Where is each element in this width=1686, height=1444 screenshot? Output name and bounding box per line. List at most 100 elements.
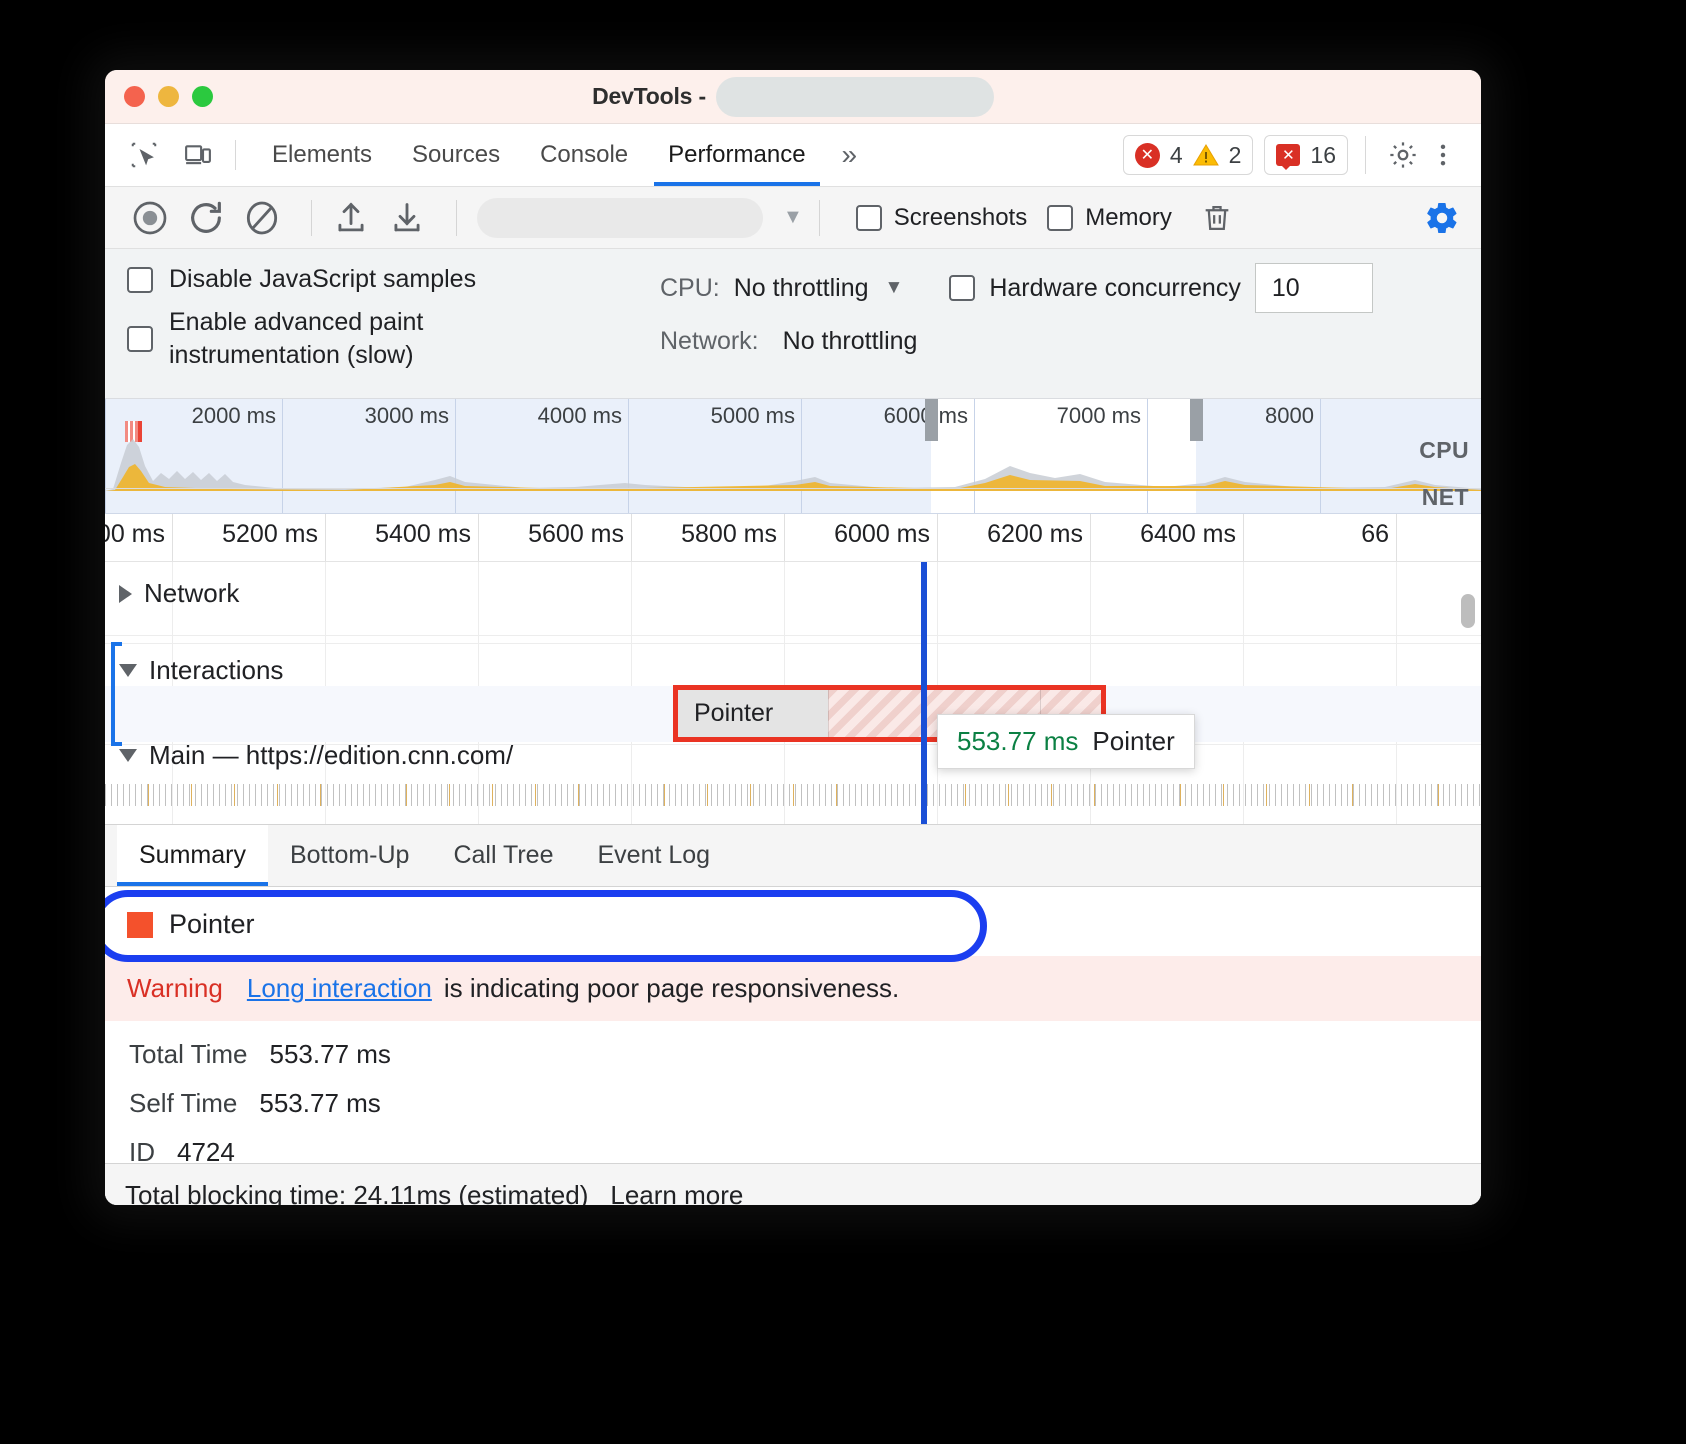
more-tabs-icon[interactable]: » bbox=[826, 124, 867, 186]
settings-column-left: Disable JavaScript samples Enable advanc… bbox=[105, 263, 650, 382]
warning-label: Warning bbox=[127, 973, 223, 1004]
tab-bottom-up-label: Bottom-Up bbox=[290, 841, 409, 870]
settings-column-right: CPU: No throttling ▼ Hardware concurrenc… bbox=[650, 263, 1481, 382]
record-icon[interactable] bbox=[127, 195, 173, 241]
overview-tick-6: 7000 ms bbox=[1057, 403, 1141, 429]
tab-bar-icons bbox=[105, 124, 215, 186]
memory-checkbox[interactable]: Memory bbox=[1047, 204, 1172, 232]
inspect-icon[interactable] bbox=[127, 138, 161, 172]
event-color-swatch bbox=[127, 912, 153, 938]
track-network[interactable]: Network bbox=[119, 578, 239, 609]
trash-icon[interactable] bbox=[1194, 195, 1240, 241]
chevron-down-icon[interactable]: ▼ bbox=[783, 206, 803, 229]
device-toolbar-icon[interactable] bbox=[181, 138, 215, 172]
network-value[interactable]: No throttling bbox=[783, 327, 918, 356]
track-network-label: Network bbox=[144, 578, 239, 609]
summary-row-total-time: Total Time 553.77 ms bbox=[105, 1021, 1481, 1070]
reload-record-icon[interactable] bbox=[183, 195, 229, 241]
tab-bar-right: ✕ 4 2 ✕ 16 bbox=[1123, 124, 1481, 186]
tab-bottom-up[interactable]: Bottom-Up bbox=[268, 825, 431, 886]
devtools-window: DevTools - bbox=[105, 70, 1481, 1205]
overview-net-label: NET bbox=[1422, 484, 1469, 511]
disable-js-samples-row[interactable]: Disable JavaScript samples bbox=[127, 263, 650, 296]
issues-badge[interactable]: ✕ 16 bbox=[1264, 135, 1348, 175]
screenshots-checkbox-box[interactable] bbox=[856, 205, 882, 231]
issues-count: 16 bbox=[1310, 142, 1336, 169]
long-interaction-link[interactable]: Long interaction bbox=[247, 973, 432, 1004]
tab-console[interactable]: Console bbox=[520, 124, 648, 186]
overview-net-divider bbox=[105, 488, 1481, 489]
ruler-tick-8: 6400 ms bbox=[1140, 520, 1236, 549]
disable-js-samples-label: Disable JavaScript samples bbox=[169, 263, 476, 296]
error-count: 4 bbox=[1170, 142, 1183, 169]
overview-window-right-handle[interactable] bbox=[1190, 399, 1203, 441]
chevron-down-icon-main[interactable] bbox=[119, 749, 137, 762]
tab-call-tree[interactable]: Call Tree bbox=[431, 825, 575, 886]
tooltip-duration: 553.77 ms bbox=[957, 726, 1078, 757]
interaction-event-label: Pointer bbox=[678, 699, 773, 728]
ruler-tick-4: 5600 ms bbox=[528, 520, 624, 549]
ruler-tick-6: 6000 ms bbox=[834, 520, 930, 549]
clear-icon[interactable] bbox=[239, 195, 285, 241]
overview-tick-4: 5000 ms bbox=[711, 403, 795, 429]
flame-chart-ruler[interactable]: ns 5000 ms 5200 ms 5400 ms 5600 ms 5800 … bbox=[105, 514, 1481, 562]
tab-elements-label: Elements bbox=[272, 141, 372, 169]
hardware-concurrency-group[interactable]: Hardware concurrency 10 bbox=[949, 263, 1373, 313]
error-warning-badges[interactable]: ✕ 4 2 bbox=[1123, 135, 1254, 175]
tab-performance[interactable]: Performance bbox=[648, 124, 825, 186]
flame-chart-tracks[interactable]: Network Interactions Pointer bbox=[105, 562, 1481, 824]
capture-settings-gear-icon[interactable] bbox=[1419, 195, 1465, 241]
tab-summary-label: Summary bbox=[139, 841, 246, 870]
main-track-events bbox=[105, 784, 1481, 806]
network-throttle-row: Network: No throttling bbox=[660, 327, 1481, 356]
tooltip-name: Pointer bbox=[1092, 726, 1174, 757]
advanced-paint-label: Enable advanced paint instrumentation (s… bbox=[169, 306, 509, 372]
advanced-paint-row[interactable]: Enable advanced paint instrumentation (s… bbox=[127, 306, 650, 372]
advanced-paint-checkbox[interactable] bbox=[127, 326, 153, 352]
gear-icon[interactable] bbox=[1383, 135, 1423, 175]
tab-call-tree-label: Call Tree bbox=[453, 841, 553, 870]
ruler-tick-1: 5000 ms bbox=[105, 520, 165, 549]
tab-sources[interactable]: Sources bbox=[392, 124, 520, 186]
close-window-button[interactable] bbox=[124, 86, 145, 107]
summary-warning-row: Warning Long interaction is indicating p… bbox=[105, 956, 1481, 1021]
timeline-overview[interactable]: 1000 ms 2000 ms 3000 ms 4000 ms 5000 ms … bbox=[105, 399, 1481, 514]
panel-tabs: Elements Sources Console Performance bbox=[252, 124, 826, 186]
tracks-scrollbar-thumb[interactable] bbox=[1461, 594, 1475, 628]
minimize-window-button[interactable] bbox=[158, 86, 179, 107]
overview-window-left-handle[interactable] bbox=[925, 399, 938, 441]
summary-panel: Pointer Warning Long interaction is indi… bbox=[105, 887, 1481, 1205]
hardware-concurrency-input[interactable]: 10 bbox=[1255, 263, 1373, 313]
tab-performance-label: Performance bbox=[668, 141, 805, 169]
capture-settings-pane: Disable JavaScript samples Enable advanc… bbox=[105, 249, 1481, 399]
tab-summary[interactable]: Summary bbox=[117, 825, 268, 886]
toolbar-divider-2 bbox=[456, 200, 457, 236]
cpu-value[interactable]: No throttling bbox=[734, 274, 869, 303]
memory-label: Memory bbox=[1085, 204, 1172, 232]
track-main[interactable]: Main — https://edition.cnn.com/ bbox=[119, 740, 513, 771]
total-blocking-time-text: Total blocking time: 24.11ms (estimated) bbox=[125, 1180, 588, 1205]
cpu-chevron-down-icon[interactable]: ▼ bbox=[885, 277, 904, 299]
learn-more-link[interactable]: Learn more bbox=[610, 1180, 743, 1205]
interactions-selection-bracket bbox=[111, 642, 122, 746]
profile-select-redacted[interactable] bbox=[477, 198, 763, 238]
self-time-key: Self Time bbox=[129, 1088, 237, 1119]
cpu-label: CPU: bbox=[660, 274, 720, 303]
maximize-window-button[interactable] bbox=[192, 86, 213, 107]
tab-elements[interactable]: Elements bbox=[252, 124, 392, 186]
memory-checkbox-box[interactable] bbox=[1047, 205, 1073, 231]
overview-tick-3: 4000 ms bbox=[538, 403, 622, 429]
timeline-playhead[interactable] bbox=[921, 562, 927, 824]
track-interactions[interactable]: Interactions bbox=[119, 655, 283, 686]
hardware-concurrency-checkbox[interactable] bbox=[949, 275, 975, 301]
disable-js-samples-checkbox[interactable] bbox=[127, 267, 153, 293]
summary-row-id: ID 4724 bbox=[105, 1119, 1481, 1168]
kebab-menu-icon[interactable] bbox=[1423, 135, 1463, 175]
summary-footer: Total blocking time: 24.11ms (estimated)… bbox=[105, 1163, 1481, 1205]
chevron-right-icon[interactable] bbox=[119, 585, 132, 603]
upload-icon[interactable] bbox=[328, 195, 374, 241]
tab-bar-divider bbox=[235, 140, 236, 170]
download-icon[interactable] bbox=[384, 195, 430, 241]
screenshots-checkbox[interactable]: Screenshots bbox=[856, 204, 1027, 232]
tab-event-log[interactable]: Event Log bbox=[576, 825, 733, 886]
